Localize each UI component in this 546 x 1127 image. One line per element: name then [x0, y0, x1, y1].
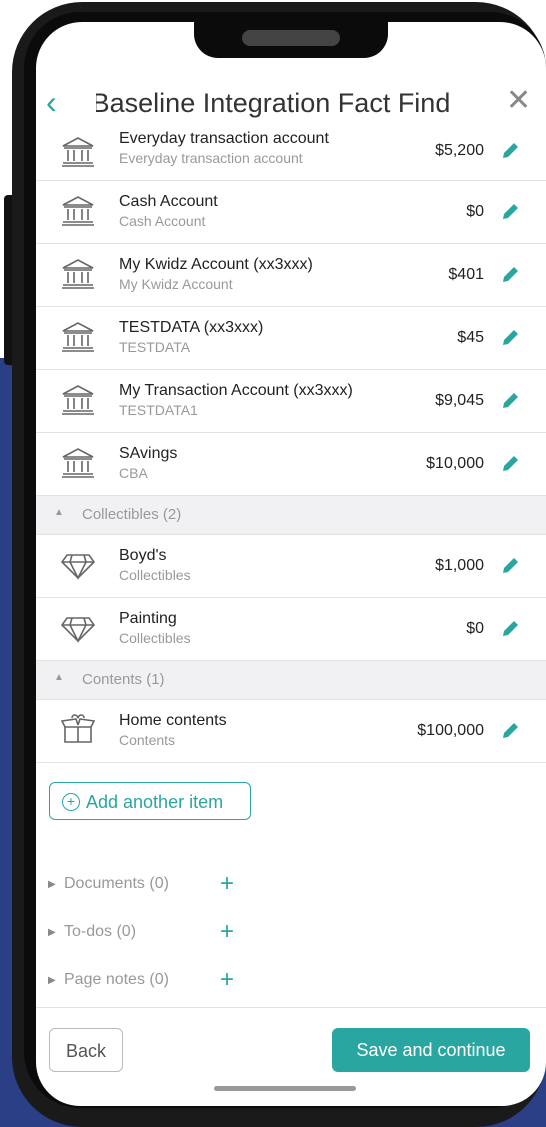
- add-item-label: Add another item: [86, 792, 224, 812]
- list-item[interactable]: Home contents Contents $100,000: [36, 700, 546, 763]
- add-another-item-button[interactable]: + Add another item: [49, 782, 251, 820]
- edit-pencil-icon[interactable]: [499, 453, 521, 475]
- item-subtitle: Everyday transaction account: [119, 150, 303, 166]
- asset-list: Everyday transaction account Everyday tr…: [36, 130, 546, 763]
- edit-pencil-icon[interactable]: [499, 555, 521, 577]
- item-subtitle: My Kwidz Account: [119, 276, 233, 292]
- diamond-icon: [60, 612, 96, 644]
- home-indicator[interactable]: [214, 1086, 356, 1091]
- add-note-plus-icon[interactable]: +: [220, 968, 234, 992]
- item-name: Everyday transaction account: [119, 130, 329, 147]
- back-chevron-icon[interactable]: ‹: [46, 86, 57, 118]
- section-label: Contents (1): [82, 671, 165, 688]
- item-amount: $45: [457, 329, 484, 346]
- item-subtitle: TESTDATA: [119, 339, 191, 355]
- item-name: My Transaction Account (xx3xxx): [119, 382, 353, 399]
- collapse-triangle-icon: ▲: [54, 507, 64, 518]
- edit-pencil-icon[interactable]: [499, 140, 521, 162]
- bank-icon: [60, 258, 96, 290]
- fold-label: Documents (0): [64, 875, 169, 892]
- add-document-plus-icon[interactable]: +: [220, 872, 234, 896]
- footer-divider: [36, 1007, 546, 1008]
- bank-icon: [60, 195, 96, 227]
- item-amount: $9,045: [435, 392, 484, 409]
- item-name: Boyd's: [119, 547, 167, 564]
- edit-pencil-icon[interactable]: [499, 327, 521, 349]
- add-todo-plus-icon[interactable]: +: [220, 920, 234, 944]
- notch: [194, 22, 388, 58]
- item-subtitle: Collectibles: [119, 630, 191, 646]
- page-title: Baseline Integration Fact Find: [96, 84, 486, 124]
- item-subtitle: Contents: [119, 732, 176, 748]
- bank-icon: [60, 321, 96, 353]
- list-item[interactable]: SAvings CBA $10,000: [36, 433, 546, 496]
- app-header: ‹ Baseline Integration Fact Find ✕: [36, 82, 546, 130]
- item-name: My Kwidz Account (xx3xxx): [119, 256, 313, 273]
- list-item[interactable]: TESTDATA (xx3xxx) TESTDATA $45: [36, 307, 546, 370]
- section-label: Collectibles (2): [82, 506, 182, 523]
- item-name: Painting: [119, 610, 177, 627]
- item-name: SAvings: [119, 445, 178, 462]
- item-subtitle: CBA: [119, 465, 148, 481]
- list-item[interactable]: Boyd's Collectibles $1,000: [36, 535, 546, 598]
- list-item[interactable]: My Transaction Account (xx3xxx) TESTDATA…: [36, 370, 546, 433]
- bank-icon: [60, 384, 96, 416]
- fold-label: To-dos (0): [64, 923, 137, 940]
- item-amount: $0: [466, 620, 484, 637]
- fold-label: Page notes (0): [64, 971, 169, 988]
- item-name: Cash Account: [119, 193, 218, 210]
- save-and-continue-button[interactable]: Save and continue: [332, 1028, 530, 1072]
- item-amount: $100,000: [417, 722, 484, 739]
- box-icon: [60, 714, 96, 746]
- plus-circle-icon: +: [62, 793, 80, 811]
- section-header-collectibles[interactable]: ▲ Collectibles (2): [36, 496, 546, 535]
- app-screen: ‹ Baseline Integration Fact Find ✕ Every…: [36, 22, 546, 1106]
- item-amount: $10,000: [426, 455, 484, 472]
- item-subtitle: Collectibles: [119, 567, 191, 583]
- page-title-text: Baseline Integration Fact Find: [96, 88, 451, 118]
- item-subtitle: Cash Account: [119, 213, 206, 229]
- list-item[interactable]: My Kwidz Account (xx3xxx) My Kwidz Accou…: [36, 244, 546, 307]
- expand-triangle-icon: ▶: [48, 879, 56, 890]
- edit-pencil-icon[interactable]: [499, 390, 521, 412]
- edit-pencil-icon[interactable]: [499, 618, 521, 640]
- close-icon[interactable]: ✕: [506, 84, 531, 118]
- item-name: TESTDATA (xx3xxx): [119, 319, 264, 336]
- item-amount: $0: [466, 203, 484, 220]
- item-name: Home contents: [119, 712, 227, 729]
- diamond-icon: [60, 549, 96, 581]
- item-amount: $1,000: [435, 557, 484, 574]
- expand-triangle-icon: ▶: [48, 975, 56, 986]
- edit-pencil-icon[interactable]: [499, 264, 521, 286]
- edit-pencil-icon[interactable]: [499, 720, 521, 742]
- speaker-grille: [242, 30, 340, 46]
- expand-triangle-icon: ▶: [48, 927, 56, 938]
- list-item[interactable]: Cash Account Cash Account $0: [36, 181, 546, 244]
- bank-icon: [60, 447, 96, 479]
- item-subtitle: TESTDATA1: [119, 402, 198, 418]
- section-header-contents[interactable]: ▲ Contents (1): [36, 661, 546, 700]
- item-amount: $401: [448, 266, 484, 283]
- item-amount: $5,200: [435, 142, 484, 159]
- bank-icon: [60, 136, 96, 168]
- back-button[interactable]: Back: [49, 1028, 123, 1072]
- list-item[interactable]: Everyday transaction account Everyday tr…: [36, 130, 546, 181]
- edit-pencil-icon[interactable]: [499, 201, 521, 223]
- collapse-triangle-icon: ▲: [54, 672, 64, 683]
- list-item[interactable]: Painting Collectibles $0: [36, 598, 546, 661]
